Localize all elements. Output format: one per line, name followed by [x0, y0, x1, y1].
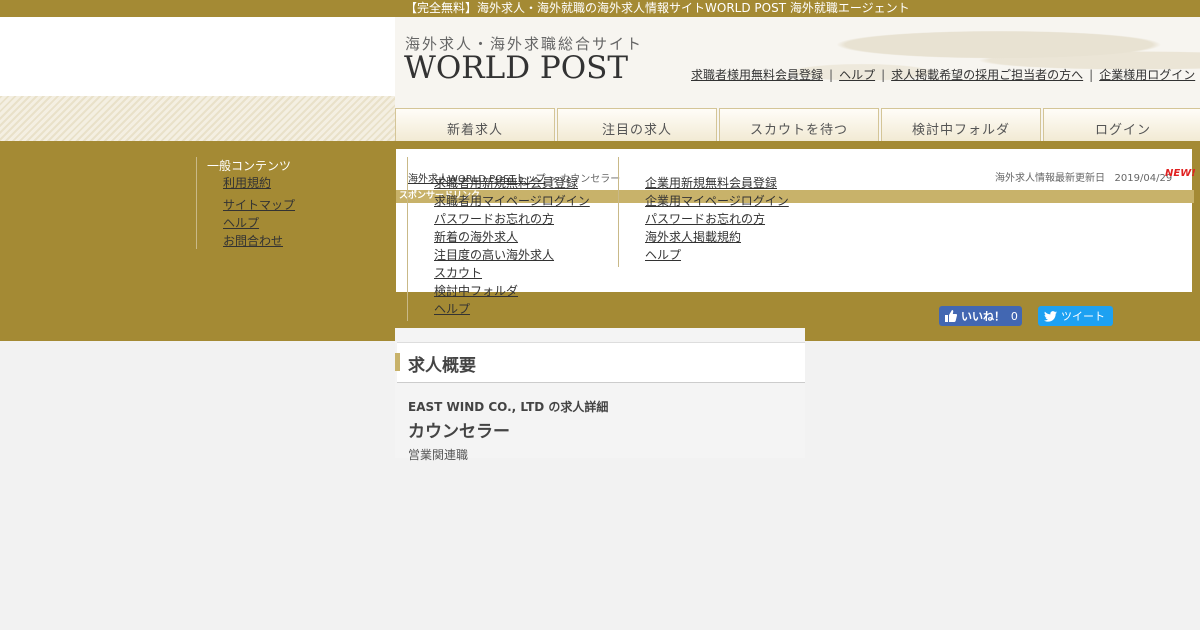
job-category: 営業関連職	[408, 448, 469, 462]
companies-links: 企業用新規無料会員登録 企業用マイページログイン パスワードお忘れの方 海外求人…	[645, 174, 789, 264]
header-links: 求職者様用無料会員登録 | ヘルプ | 求人掲載希望の採用ご担当者の方へ | 企業様用ログイ…	[691, 68, 1196, 82]
tweet-label: ツイート	[1061, 310, 1105, 323]
general-links: 利用規約 サイトマップ ヘルプ お問合わせ	[223, 174, 295, 250]
link-consider-folder[interactable]: 検討中フォルダ	[434, 282, 590, 300]
link-seeker-signup[interactable]: 求職者用新規無料会員登録	[434, 174, 590, 192]
link-help[interactable]: ヘルプ	[223, 214, 295, 232]
link-company-help[interactable]: ヘルプ	[645, 246, 789, 264]
company-line: EAST WIND CO., LTD の求人詳細	[408, 400, 609, 414]
column-divider	[196, 157, 197, 249]
last-updated-date: 2019/04/29	[1114, 173, 1173, 184]
link-seeker-password[interactable]: パスワードお忘れの方	[434, 210, 590, 228]
link-scout[interactable]: スカウト	[434, 264, 590, 282]
link-seeker-login[interactable]: 求職者用マイページログイン	[434, 192, 590, 210]
top-banner-text: 【完全無料】海外求人・海外就職の海外求人情報サイトWORLD POST 海外就職…	[405, 1, 910, 15]
job-summary-title: 求人概要	[408, 356, 476, 376]
companies-heading: 企業の方	[629, 159, 678, 173]
column-divider	[618, 157, 619, 267]
link-new-jobs[interactable]: 新着の海外求人	[434, 228, 590, 246]
section-accent-bar	[395, 353, 400, 371]
new-badge: NEW!	[1165, 168, 1196, 179]
thumbs-up-icon	[945, 310, 957, 322]
twitter-bird-icon	[1044, 310, 1057, 322]
link-posting-terms[interactable]: 海外求人掲載規約	[645, 228, 789, 246]
header-link-help[interactable]: ヘルプ	[839, 68, 875, 82]
tweet-button[interactable]: ツイート	[1038, 306, 1113, 326]
seekers-heading: 求職者の方	[418, 159, 479, 173]
link-company-password[interactable]: パスワードお忘れの方	[645, 210, 789, 228]
link-seeker-help[interactable]: ヘルプ	[434, 300, 590, 318]
last-updated-label: 海外求人情報最新更新日	[995, 173, 1105, 184]
link-popular-jobs[interactable]: 注目度の高い海外求人	[434, 246, 590, 264]
header-link-company-login[interactable]: 企業様用ログイン	[1099, 68, 1195, 82]
like-count: 0	[1010, 309, 1018, 323]
job-title: カウンセラー	[408, 422, 510, 442]
general-heading: 一般コンテンツ	[207, 159, 292, 173]
link-sitemap[interactable]: サイトマップ	[223, 196, 295, 214]
facebook-like-button[interactable]: いいね！ 0	[939, 306, 1022, 326]
link-terms[interactable]: 利用規約	[223, 174, 295, 192]
site-logo[interactable]: WORLD POST	[404, 50, 628, 86]
link-contact[interactable]: お問合わせ	[223, 232, 295, 250]
link-company-signup[interactable]: 企業用新規無料会員登録	[645, 174, 789, 192]
header-link-employers[interactable]: 求人掲載希望の採用ご担当者の方へ	[891, 68, 1083, 82]
header-link-seeker-signup[interactable]: 求職者様用無料会員登録	[691, 68, 823, 82]
column-divider	[407, 157, 408, 321]
last-updated: 海外求人情報最新更新日 2019/04/29	[995, 169, 1172, 184]
link-company-login[interactable]: 企業用マイページログイン	[645, 192, 789, 210]
seekers-links: 求職者用新規無料会員登録 求職者用マイページログイン パスワードお忘れの方 新着…	[434, 174, 590, 318]
like-label: いいね！	[961, 310, 1005, 323]
